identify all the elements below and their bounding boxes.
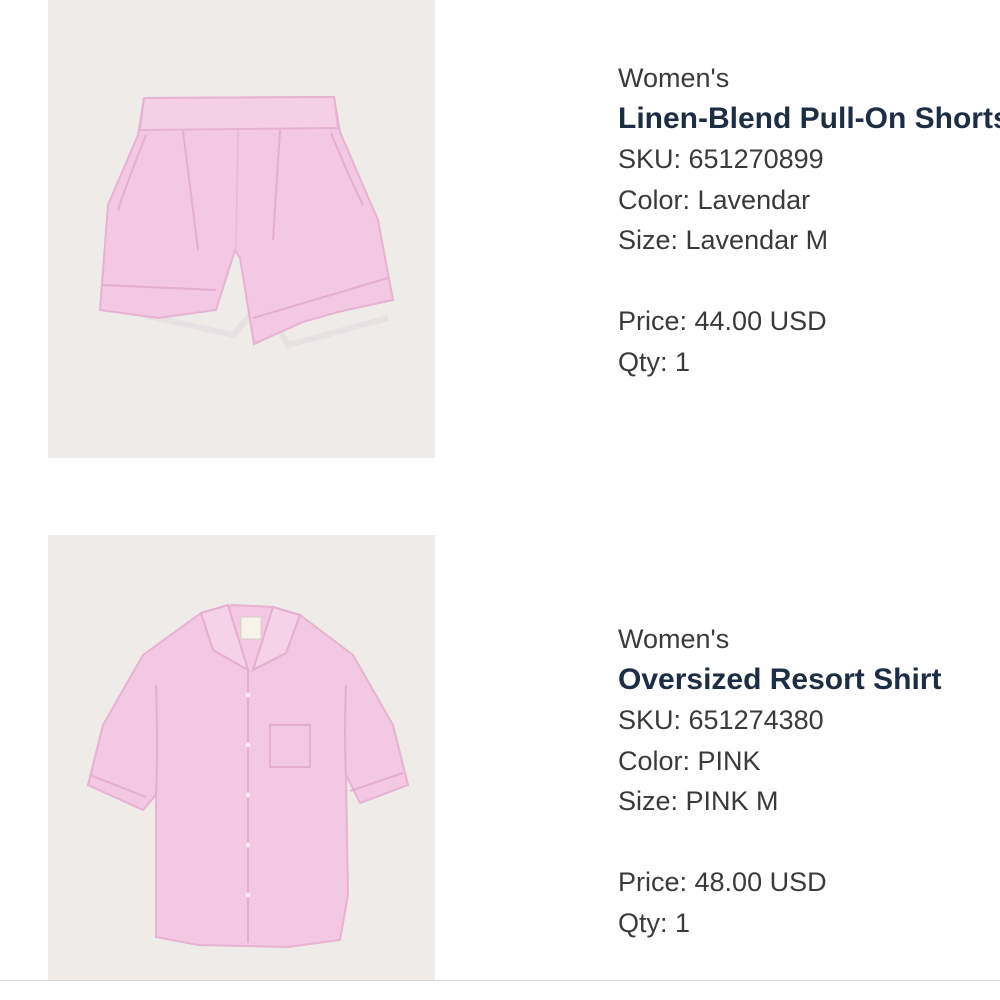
item-color: Color: PINK xyxy=(618,745,761,776)
order-items-page: Women's Linen-Blend Pull-On Shorts SKU: … xyxy=(0,0,1000,1000)
item-size: Size: PINK M xyxy=(618,786,779,816)
item-name[interactable]: Linen-Blend Pull-On Shorts xyxy=(618,99,1000,140)
item-price: Price: 48.00 USD xyxy=(618,867,827,897)
item-price: Price: 44.00 USD xyxy=(618,306,827,336)
divider xyxy=(0,980,1000,981)
item-qty: Qty: 1 xyxy=(618,907,691,938)
item-details: Women's Linen-Blend Pull-On Shorts SKU: … xyxy=(618,58,1000,382)
shirt-image xyxy=(86,603,410,949)
item-category: Women's xyxy=(618,624,730,654)
item-category: Women's xyxy=(618,63,730,93)
product-image[interactable] xyxy=(48,535,435,980)
item-sku: SKU: 651270899 xyxy=(618,144,824,174)
order-item: Women's Linen-Blend Pull-On Shorts SKU: … xyxy=(0,0,1000,460)
item-color: Color: Lavendar xyxy=(618,184,811,215)
item-size: Size: Lavendar M xyxy=(618,225,829,255)
shorts-image xyxy=(98,95,395,349)
item-qty: Qty: 1 xyxy=(618,346,691,377)
item-details: Women's Oversized Resort Shirt SKU: 6512… xyxy=(618,619,1000,943)
item-name[interactable]: Oversized Resort Shirt xyxy=(618,660,1000,701)
item-sku: SKU: 651274380 xyxy=(618,705,824,735)
product-image[interactable] xyxy=(48,0,435,458)
order-item: Women's Oversized Resort Shirt SKU: 6512… xyxy=(0,535,1000,980)
